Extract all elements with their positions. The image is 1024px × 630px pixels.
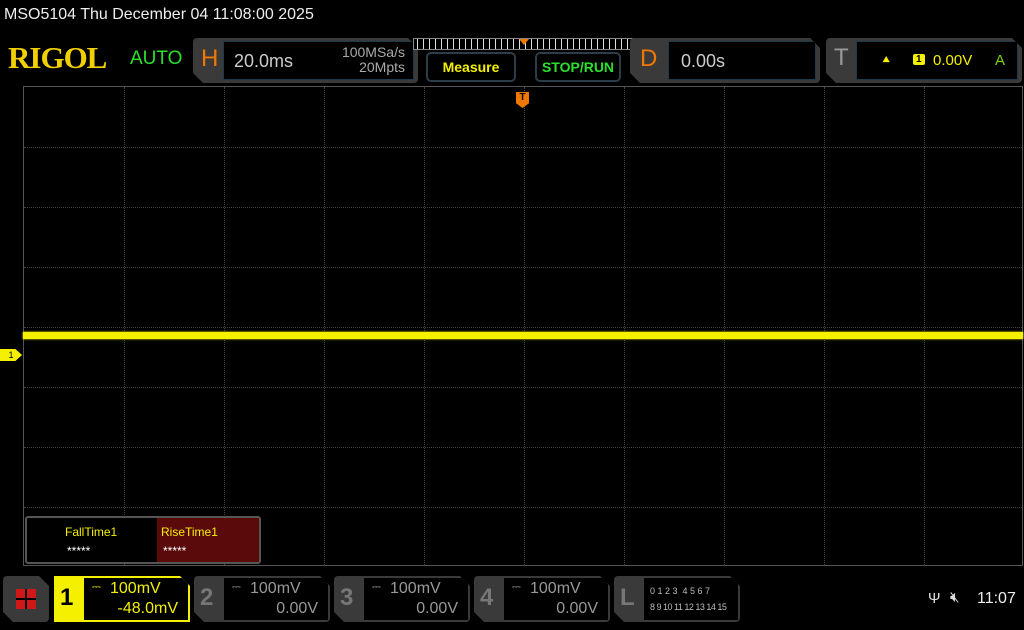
channel-offset: -48.0mV — [117, 600, 178, 617]
grid-line-vertical — [324, 87, 325, 565]
rising-edge-icon: ⯅ — [881, 52, 892, 67]
grid-line-horizontal — [24, 387, 1022, 388]
trigger-source: 1 — [913, 54, 925, 65]
horizontal-panel[interactable]: H 20.0ms 100MSa/s 20Mpts — [193, 38, 418, 83]
usb-icon: Ψ — [928, 590, 941, 607]
memory-depth: 20Mpts — [359, 59, 405, 75]
grid-line-vertical — [124, 87, 125, 565]
trigger-mode[interactable]: AUTO — [130, 48, 182, 70]
grid-menu-icon — [16, 589, 36, 609]
grid-line-vertical — [624, 87, 625, 565]
dc-coupling-icon: ⎓ — [232, 581, 241, 593]
grid-line-horizontal — [24, 147, 1022, 148]
grid-line-vertical — [724, 87, 725, 565]
channel-number: 1 — [60, 584, 74, 611]
channel-offset: 0.00V — [276, 600, 318, 617]
measurement-value: ***** — [67, 544, 91, 558]
trigger-level: 0.00V — [933, 52, 973, 69]
menu-button[interactable] — [3, 576, 49, 622]
system-clock: 11:07 — [977, 590, 1016, 607]
sample-rate: 100MSa/s — [341, 44, 405, 60]
horizontal-letter: H — [201, 45, 219, 72]
status-title: MSO5104 Thu December 04 11:08:00 2025 — [4, 6, 314, 23]
channel1-trace — [23, 332, 1023, 339]
channel2-panel[interactable]: 2 ⎓ 100mV 0.00V — [194, 576, 330, 622]
timebase: 20.0ms — [234, 51, 294, 71]
channel-scale: 100mV — [110, 580, 161, 597]
dc-coupling-icon: ⎓ — [372, 581, 381, 593]
channel-scale: 100mV — [530, 580, 581, 597]
measurement-value: ***** — [163, 544, 187, 558]
grid-line-horizontal — [24, 447, 1022, 448]
measurement-label: RiseTime1 — [161, 525, 218, 539]
dc-coupling-icon: ⎓ — [92, 581, 101, 593]
logic-channels-row2: 8 9 10 11 12 13 14 15 — [650, 602, 727, 612]
logic-panel[interactable]: L 0 1 2 3 4 5 6 7 8 9 10 11 12 13 14 15 — [614, 576, 740, 622]
channel-scale: 100mV — [250, 580, 301, 597]
stop-run-button[interactable]: STOP/RUN — [535, 52, 621, 82]
channel-number: 2 — [200, 584, 214, 611]
channel4-panel[interactable]: 4 ⎓ 100mV 0.00V — [474, 576, 610, 622]
delay-letter: D — [640, 45, 658, 72]
channel1-offset-marker[interactable]: 1 — [0, 349, 22, 361]
grid-line-vertical — [824, 87, 825, 565]
waveform-grid[interactable] — [23, 86, 1023, 566]
trigger-marker-label: T — [519, 92, 526, 103]
channel3-panel[interactable]: 3 ⎓ 100mV 0.00V — [334, 576, 470, 622]
channel1-panel[interactable]: 1 ⎓ 100mV -48.0mV — [54, 576, 190, 622]
trigger-sweep: A — [994, 52, 1005, 69]
overview-trigger-icon — [519, 39, 529, 45]
grid-line-vertical — [224, 87, 225, 565]
logic-letter: L — [620, 584, 635, 611]
logic-channels-row1: 0 1 2 3 4 5 6 7 — [650, 586, 711, 596]
grid-line-horizontal — [24, 207, 1022, 208]
delay-panel[interactable]: D 0.00s — [630, 38, 820, 83]
grid-line-horizontal — [24, 267, 1022, 268]
measurement-panel[interactable]: FallTime1 ***** RiseTime1 ***** — [25, 516, 261, 564]
channel-offset: 0.00V — [556, 600, 598, 617]
trigger-panel[interactable]: T ⯅ 1 0.00V A — [826, 38, 1022, 83]
channel-marker-label: 1 — [8, 350, 14, 360]
grid-line-horizontal — [24, 507, 1022, 508]
speaker-muted-icon[interactable]: 🔇︎ — [950, 589, 959, 606]
rigol-logo: RIGOL — [8, 40, 107, 75]
channel-number: 3 — [340, 584, 354, 611]
trigger-letter: T — [834, 44, 849, 71]
measure-button[interactable]: Measure — [426, 52, 516, 82]
delay-value: 0.00s — [681, 51, 726, 71]
dc-coupling-icon: ⎓ — [512, 581, 521, 593]
grid-line-vertical — [424, 87, 425, 565]
channel-number: 4 — [480, 584, 494, 611]
grid-line-horizontal — [24, 327, 1022, 328]
measurement-label: FallTime1 — [65, 525, 118, 539]
channel-offset: 0.00V — [416, 600, 458, 617]
measurement-risetime: RiseTime1 ***** — [157, 518, 259, 562]
grid-line-vertical — [524, 87, 525, 565]
grid-line-vertical — [924, 87, 925, 565]
channel-scale: 100mV — [390, 580, 441, 597]
measurement-falltime: FallTime1 ***** — [27, 518, 157, 562]
